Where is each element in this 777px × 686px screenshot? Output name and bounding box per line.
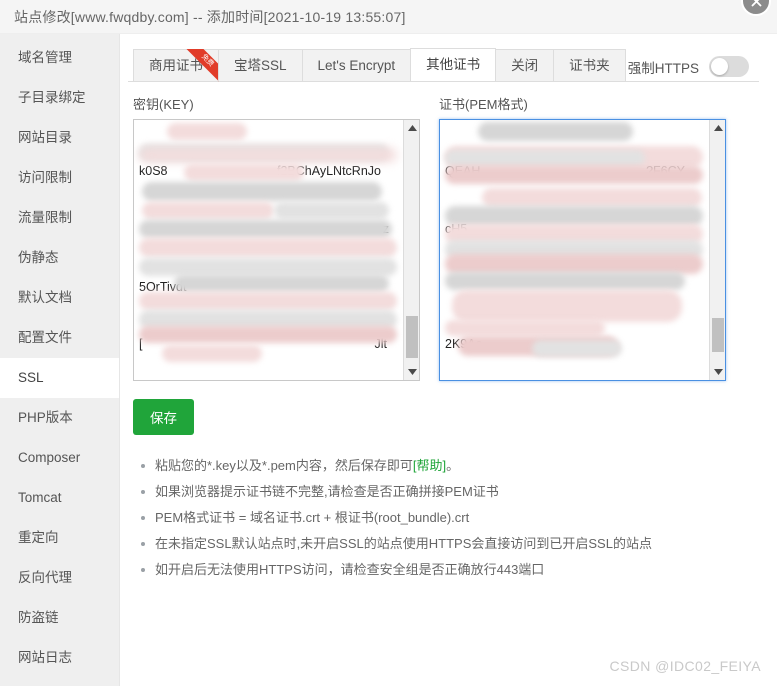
save-button[interactable]: 保存 [133,399,194,435]
sidebar-item-php[interactable]: PHP版本 [0,398,119,438]
sidebar-item-tomcat[interactable]: Tomcat [0,478,119,518]
scrollbar-thumb[interactable] [406,316,418,358]
list-item: 如果浏览器提示证书链不完整,请检查是否正确拼接PEM证书 [141,479,759,505]
tip-text: 在未指定SSL默认站点时,未开启SSL的站点使用HTTPS会直接访问到已开启SS… [155,536,652,551]
sidebar-item-config[interactable]: 配置文件 [0,318,119,358]
tab-label: Let's Encrypt [317,58,396,73]
scrollbar-thumb[interactable] [712,318,724,352]
key-line-1-right: f2BChAyLNtcRnJo [277,164,381,179]
scroll-up-icon[interactable] [710,120,725,136]
save-row: 保存 [128,399,759,435]
dialog-titlebar: 站点修改[www.fwqdby.com] -- 添加时间[2021-10-19 … [0,0,777,34]
ssl-panel: 商用证书 免费 宝塔SSL Let's Encrypt 其他证书 关闭 证书夹 … [120,34,777,686]
key-field-group: 密钥(KEY) k0S8 f2BChAyLNtcRnJo z 5OrTivdt [… [133,94,420,381]
sidebar-item-access[interactable]: 访问限制 [0,158,119,198]
key-line-2-right: z [382,222,389,236]
sidebar-item-domain[interactable]: 域名管理 [0,38,119,78]
tab-bt-ssl[interactable]: 宝塔SSL [218,49,303,81]
sidebar-item-traffic[interactable]: 流量限制 [0,198,119,238]
ssl-tabs: 商用证书 免费 宝塔SSL Let's Encrypt 其他证书 关闭 证书夹 … [128,48,759,84]
sidebar-item-proxy[interactable]: 反向代理 [0,558,119,598]
key-textarea-content: k0S8f2BChAyLNtcRnJo z 5OrTivdt [Jlt ERTG… [134,120,419,380]
tab-cert-folder[interactable]: 证书夹 [553,49,626,81]
sidebar-item-composer[interactable]: Composer [0,438,119,478]
cert-textarea-content: QEAH?F6CY cH5 2K9Ac yle9 xIW/3s ET2H2hT6 [440,120,725,380]
tab-label: 关闭 [511,58,539,73]
sidebar-item-logs[interactable]: 网站日志 [0,638,119,678]
force-https-label: 强制HTTPS [627,60,699,76]
key-line-3: 5OrTivdt [139,279,187,294]
cert-line-4: 2K9Ac [445,337,482,352]
tab-label: 其他证书 [426,57,481,72]
scroll-up-icon[interactable] [404,120,419,136]
scroll-down-icon[interactable] [710,364,725,380]
key-textarea[interactable]: k0S8f2BChAyLNtcRnJo z 5OrTivdt [Jlt ERTG… [133,119,420,381]
tab-lets-encrypt[interactable]: Let's Encrypt [301,49,412,81]
cert-textarea-scrollbar[interactable] [709,120,725,380]
cert-line-1-left: QEAH [445,164,481,179]
tab-label: 商用证书 [149,58,203,73]
site-edit-dialog: 站点修改[www.fwqdby.com] -- 添加时间[2021-10-19 … [0,0,777,686]
list-item: 如开启后无法使用HTTPS访问，请检查安全组是否正确放行443端口 [141,557,759,583]
cert-textarea[interactable]: QEAH?F6CY cH5 2K9Ac yle9 xIW/3s ET2H2hT6 [439,119,726,381]
sidebar-item-webroot[interactable]: 网站目录 [0,118,119,158]
key-line-4-left: [ [139,337,143,352]
settings-sidebar: 域名管理 子目录绑定 网站目录 访问限制 流量限制 伪静态 默认文档 配置文件 … [0,34,120,686]
csdn-watermark: CSDN @IDC02_FEIYA [609,658,761,674]
force-https-group: 强制HTTPS [628,56,759,81]
help-link[interactable]: [帮助] [413,458,446,473]
force-https-toggle[interactable] [709,56,749,77]
cert-fields: 密钥(KEY) k0S8 f2BChAyLNtcRnJo z 5OrTivdt [… [128,94,759,381]
key-textarea-scrollbar[interactable] [403,120,419,380]
dialog-body: 域名管理 子目录绑定 网站目录 访问限制 流量限制 伪静态 默认文档 配置文件 … [0,34,777,686]
sidebar-item-default-doc[interactable]: 默认文档 [0,278,119,318]
cert-field-label: 证书(PEM格式) [439,97,528,112]
sidebar-item-antileech[interactable]: 防盗链 [0,598,119,638]
dialog-title: 站点修改[www.fwqdby.com] -- 添加时间[2021-10-19 … [14,8,406,25]
tip-text: 如开启后无法使用HTTPS访问，请检查安全组是否正确放行443端口 [155,562,545,577]
cert-line-1-right: ?F6CY [646,164,685,179]
ssl-tips-list: 粘贴您的*.key以及*.pem内容，然后保存即可[帮助]。 如果浏览器提示证书… [128,453,759,583]
key-field-label: 密钥(KEY) [133,97,194,112]
tip-text: 如果浏览器提示证书链不完整,请检查是否正确拼接PEM证书 [155,484,499,499]
tab-commercial-cert[interactable]: 商用证书 免费 [133,49,219,84]
sidebar-item-redirect[interactable]: 重定向 [0,518,119,558]
sidebar-item-ssl[interactable]: SSL [0,358,119,398]
tab-close-ssl[interactable]: 关闭 [495,49,555,81]
cert-line-2-left: cH5 [445,222,468,236]
scroll-down-icon[interactable] [404,364,419,380]
tab-label: 证书夹 [569,58,610,73]
sidebar-item-subdir[interactable]: 子目录绑定 [0,78,119,118]
tip-text: 粘贴您的*.key以及*.pem内容，然后保存即可 [155,458,413,473]
close-icon[interactable] [741,0,771,16]
toggle-knob [711,58,728,75]
tab-other-cert[interactable]: 其他证书 [410,48,497,81]
tab-label: 宝塔SSL [234,58,287,73]
key-line-4-right: Jlt [374,337,388,352]
tip-text-end: 。 [446,458,460,473]
key-line-1-left: k0S8 [139,164,168,179]
list-item: 在未指定SSL默认站点时,未开启SSL的站点使用HTTPS会直接访问到已开启SS… [141,531,759,557]
cert-field-group: 证书(PEM格式) QEAH ?F6CY cH5 2K9Ac [439,94,726,381]
list-item: 粘贴您的*.key以及*.pem内容，然后保存即可[帮助]。 [141,453,759,479]
sidebar-item-rewrite[interactable]: 伪静态 [0,238,119,278]
list-item: PEM格式证书 = 域名证书.crt + 根证书(root_bundle).cr… [141,505,759,531]
tip-text: PEM格式证书 = 域名证书.crt + 根证书(root_bundle).cr… [155,510,470,525]
